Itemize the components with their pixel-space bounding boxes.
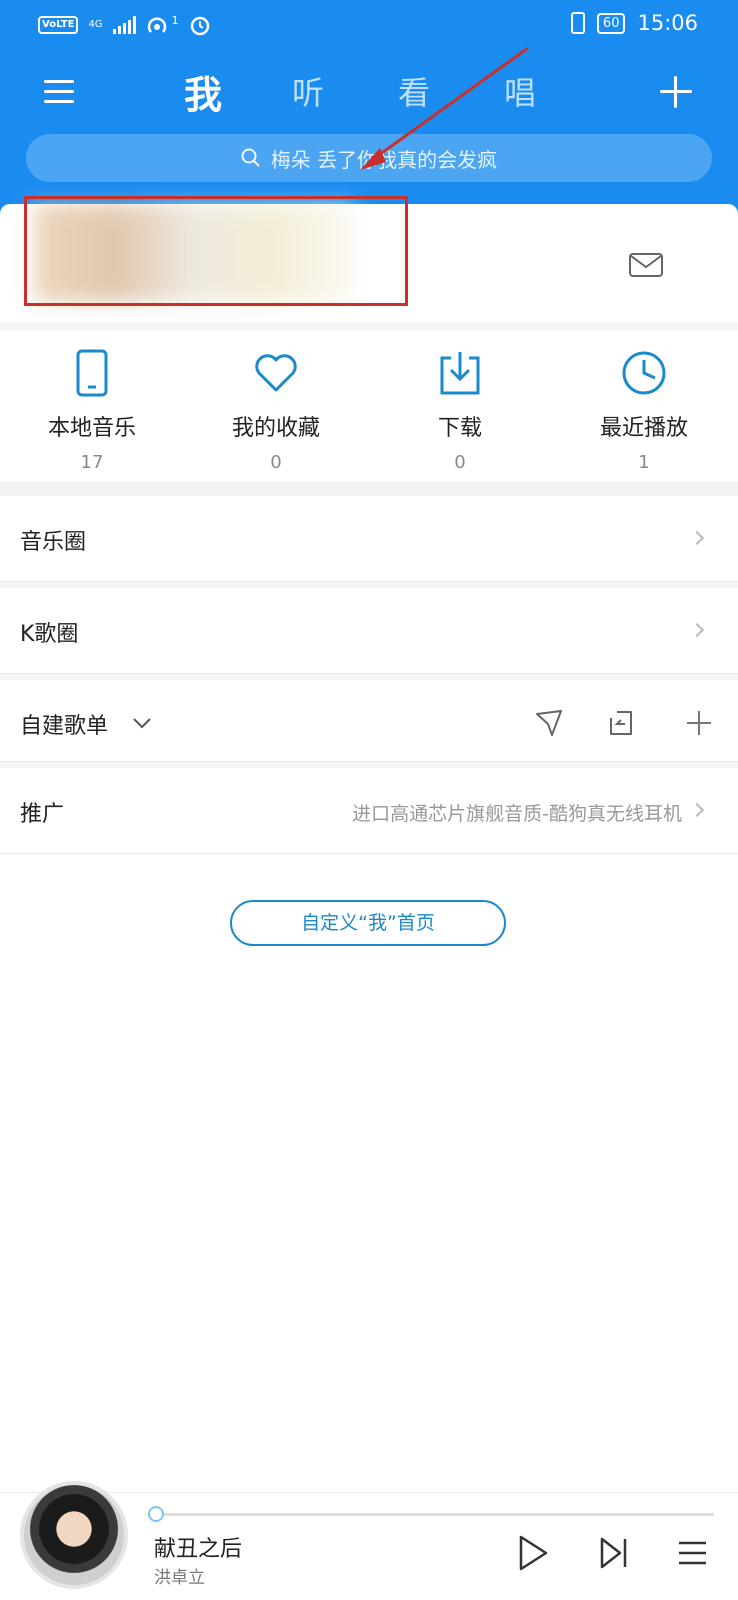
tab-listen[interactable]: 听 bbox=[292, 68, 324, 114]
quick-label: 下载 bbox=[437, 416, 482, 441]
quick-entries: 本地音乐 17 我的收藏 0 下载 0 最近播放 1 bbox=[0, 330, 738, 480]
app-header: VoLTE 4G 1 60 15:06 我 听 看 唱 梅朵 丢了你我真的会发疯 bbox=[0, 0, 738, 215]
alarm-icon bbox=[190, 16, 209, 36]
quick-local-music[interactable]: 本地音乐 17 bbox=[0, 348, 184, 473]
tab-sing[interactable]: 唱 bbox=[504, 68, 536, 114]
annotation-highlight-box bbox=[24, 196, 408, 306]
row-playlists: 自建歌单 bbox=[0, 680, 738, 762]
clock-time: 15:06 bbox=[637, 11, 698, 35]
chevron-down-icon[interactable] bbox=[132, 716, 152, 730]
progress-bar[interactable] bbox=[154, 1513, 714, 1516]
section-divider bbox=[0, 322, 738, 330]
quick-label: 本地音乐 bbox=[47, 416, 136, 441]
quick-favorites[interactable]: 我的收藏 0 bbox=[184, 348, 368, 473]
quick-count: 17 bbox=[80, 452, 104, 473]
next-icon[interactable] bbox=[598, 1533, 632, 1573]
battery-icon: 60 bbox=[596, 12, 626, 34]
row-label: K歌圈 bbox=[20, 622, 79, 647]
volte-badge: VoLTE bbox=[38, 16, 79, 34]
import-icon[interactable] bbox=[606, 708, 636, 738]
status-right: 60 15:06 bbox=[570, 11, 698, 35]
artist-name: 洪卓立 bbox=[154, 1568, 205, 1588]
chevron-right-icon bbox=[689, 530, 705, 546]
profile-card[interactable] bbox=[0, 196, 738, 322]
quick-download[interactable]: 下载 0 bbox=[368, 348, 552, 473]
playlist-toggle[interactable]: 自建歌单 bbox=[20, 708, 108, 740]
vibrate-icon bbox=[570, 12, 585, 34]
hotspot-count: 1 bbox=[171, 13, 179, 27]
section-divider bbox=[0, 482, 738, 496]
row-label: 推广 bbox=[20, 802, 65, 827]
customize-home-button[interactable]: 自定义“我”首页 bbox=[230, 900, 506, 946]
quick-label: 我的收藏 bbox=[231, 416, 320, 441]
search-icon bbox=[241, 148, 260, 167]
quick-count: 0 bbox=[454, 452, 466, 473]
row-promotion[interactable]: 推广 进口高通芯片旗舰音质-酷狗真无线耳机 bbox=[0, 768, 738, 854]
network-label: 4G bbox=[88, 19, 103, 30]
phone-icon bbox=[76, 349, 108, 397]
send-icon[interactable] bbox=[534, 708, 564, 738]
download-icon bbox=[440, 352, 480, 395]
play-icon[interactable] bbox=[516, 1533, 550, 1573]
search-bar[interactable]: 梅朵 丢了你我真的会发疯 bbox=[26, 134, 712, 182]
add-playlist-icon[interactable] bbox=[684, 708, 714, 738]
tab-watch[interactable]: 看 bbox=[398, 68, 430, 114]
quick-count: 1 bbox=[638, 452, 650, 473]
row-label: 音乐圈 bbox=[20, 530, 87, 555]
chevron-right-icon bbox=[689, 622, 705, 638]
add-icon[interactable] bbox=[660, 76, 692, 108]
quick-label: 最近播放 bbox=[599, 416, 688, 441]
clock-icon bbox=[622, 351, 666, 395]
row-k-song-circle[interactable]: K歌圈 bbox=[0, 588, 738, 674]
heart-icon bbox=[255, 354, 297, 392]
menu-icon[interactable] bbox=[44, 76, 78, 106]
quick-recent[interactable]: 最近播放 1 bbox=[552, 348, 736, 473]
status-bar: VoLTE 4G 1 60 15:06 bbox=[0, 0, 738, 54]
mini-player[interactable]: 献丑之后 洪卓立 bbox=[0, 1481, 738, 1600]
mail-icon[interactable] bbox=[628, 250, 664, 280]
search-placeholder: 梅朵 丢了你我真的会发疯 bbox=[270, 147, 498, 172]
progress-knob[interactable] bbox=[148, 1506, 164, 1522]
album-cover[interactable] bbox=[20, 1481, 128, 1589]
quick-count: 0 bbox=[270, 452, 282, 473]
hotspot-icon bbox=[147, 17, 166, 33]
song-title: 献丑之后 bbox=[154, 1537, 243, 1562]
signal-icon bbox=[112, 16, 136, 34]
tab-me[interactable]: 我 bbox=[184, 64, 222, 119]
top-nav: 我 听 看 唱 bbox=[0, 62, 738, 122]
promo-text: 进口高通芯片旗舰音质-酷狗真无线耳机 bbox=[352, 803, 682, 825]
playlist-queue-icon[interactable] bbox=[676, 1533, 710, 1573]
status-left: VoLTE 4G 1 bbox=[38, 14, 211, 36]
row-music-circle[interactable]: 音乐圈 bbox=[0, 496, 738, 582]
chevron-right-icon bbox=[689, 802, 705, 818]
